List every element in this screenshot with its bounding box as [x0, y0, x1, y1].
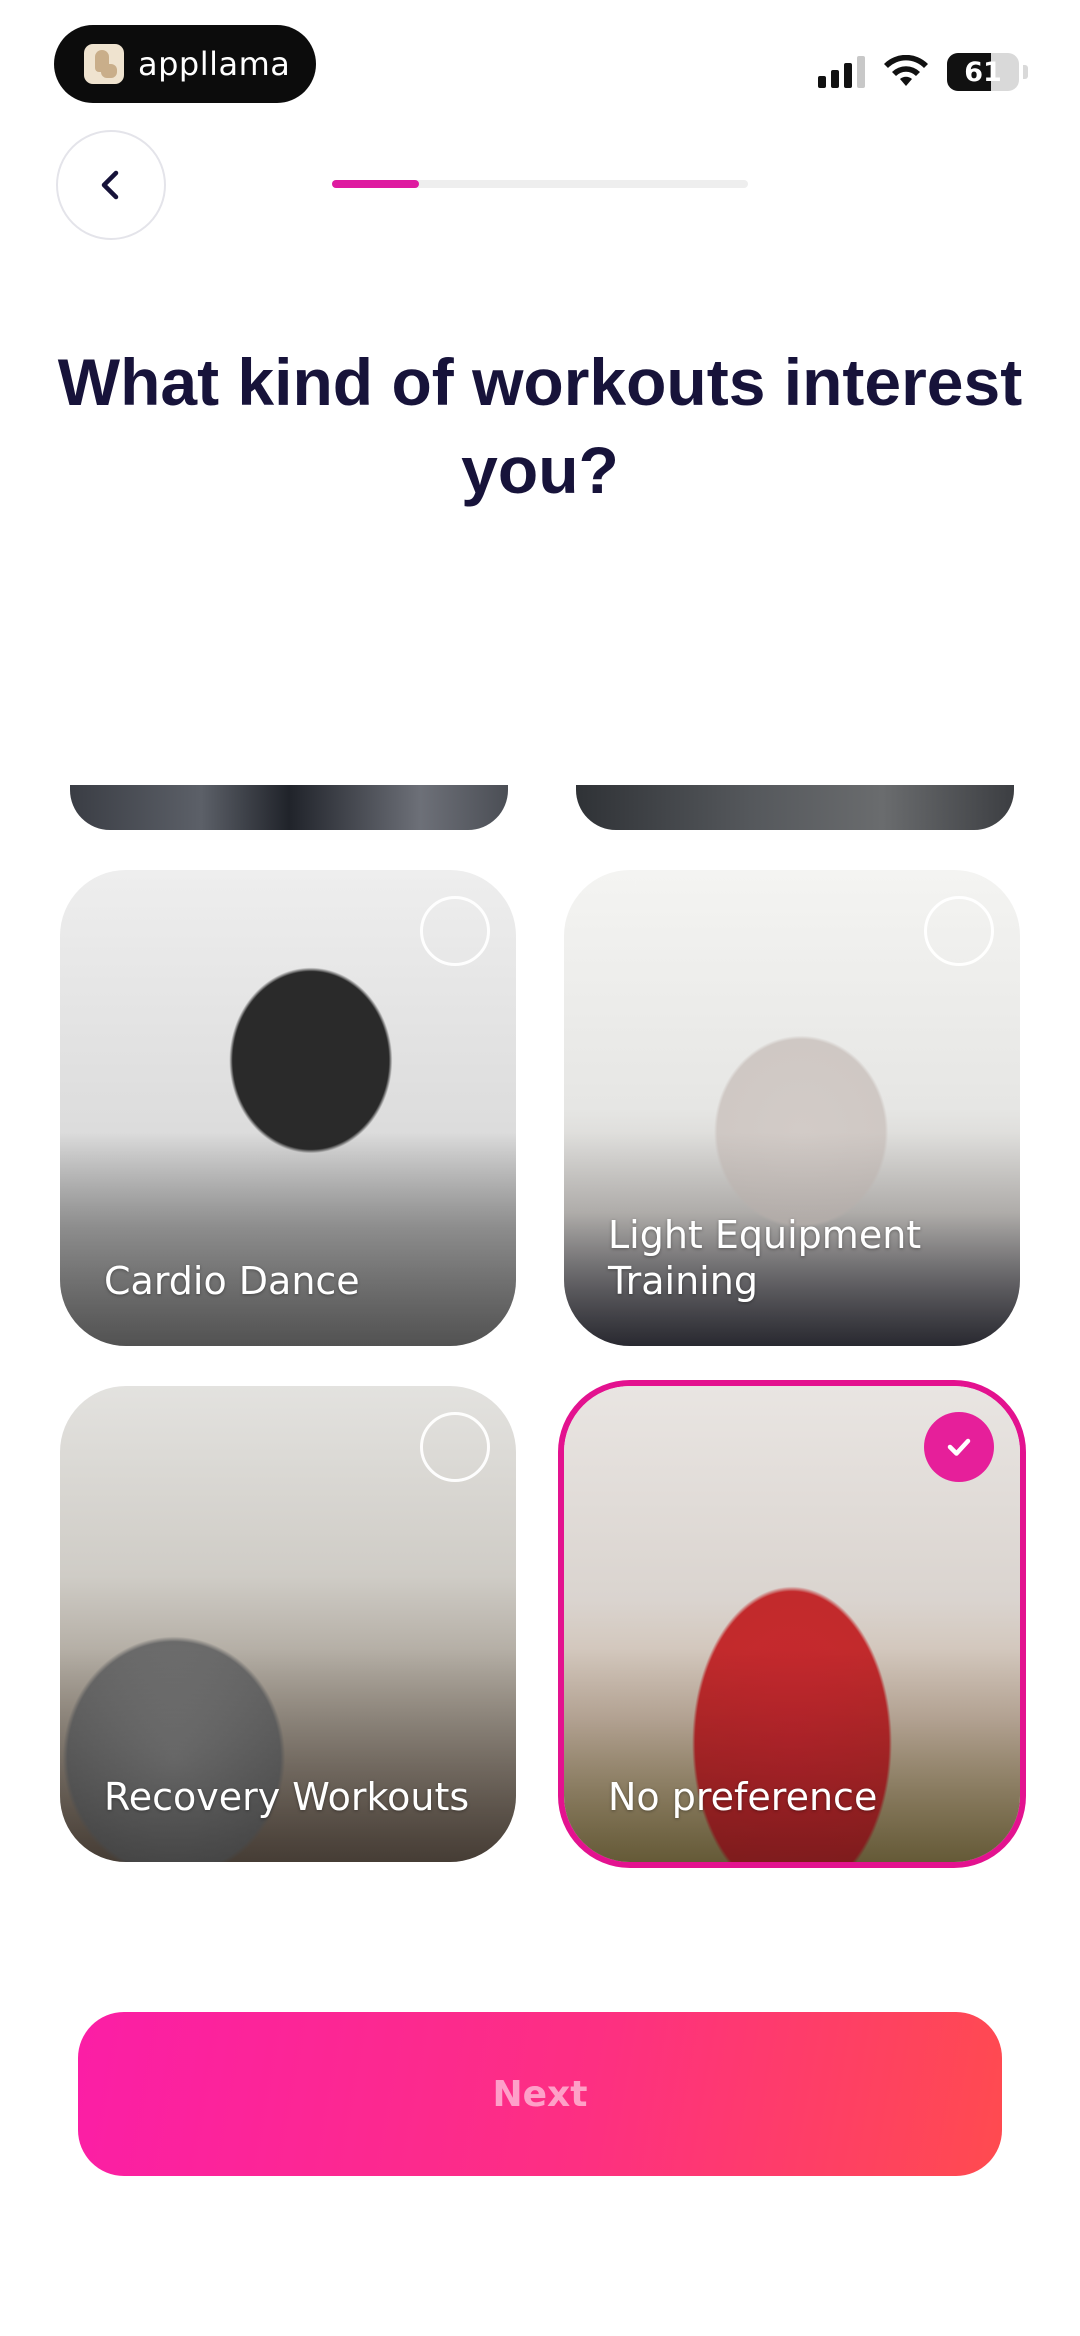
battery-icon: 61: [947, 53, 1019, 91]
card-shade: [564, 1647, 1020, 1862]
option-card-recovery-workouts[interactable]: Recovery Workouts: [60, 1386, 516, 1862]
option-radio-no-preference[interactable]: [924, 1412, 994, 1482]
option-card-cardio-dance[interactable]: Cardio Dance: [60, 870, 516, 1346]
wifi-icon: [884, 55, 928, 86]
option-label: No preference: [608, 1775, 878, 1819]
option-card-partial-left[interactable]: [70, 785, 508, 830]
next-button-label: Next: [492, 2073, 588, 2115]
option-card-no-preference[interactable]: No preference: [564, 1386, 1020, 1862]
option-card-partial-right[interactable]: [576, 785, 1014, 830]
back-button[interactable]: [56, 130, 166, 240]
llama-logo-icon: [84, 44, 124, 84]
next-button[interactable]: Next: [78, 2012, 1002, 2176]
option-radio-light-equipment-training[interactable]: [924, 896, 994, 966]
option-label: Recovery Workouts: [104, 1775, 470, 1819]
progress-bar-fill: [332, 180, 420, 188]
page-title: What kind of workouts interest you?: [57, 345, 1023, 507]
option-card-light-equipment-training[interactable]: Light Equipment Training: [564, 870, 1020, 1346]
option-radio-cardio-dance[interactable]: [420, 896, 490, 966]
chevron-left-icon: [101, 170, 119, 200]
status-indicators: 61: [818, 52, 1028, 92]
battery-nub: [1023, 65, 1028, 79]
app-source-pill[interactable]: appllama: [54, 25, 316, 103]
progress-bar: [332, 180, 748, 188]
cellular-signal-icon: [818, 56, 865, 88]
option-radio-recovery-workouts[interactable]: [420, 1412, 490, 1482]
checkmark-icon: [947, 1438, 971, 1456]
option-label: Cardio Dance: [104, 1259, 360, 1303]
battery-percent: 61: [964, 56, 1002, 88]
card-shade: [60, 1647, 516, 1862]
app-source-label: appllama: [138, 45, 291, 83]
card-shade: [60, 1131, 516, 1346]
option-label: Light Equipment Training: [608, 1213, 922, 1303]
